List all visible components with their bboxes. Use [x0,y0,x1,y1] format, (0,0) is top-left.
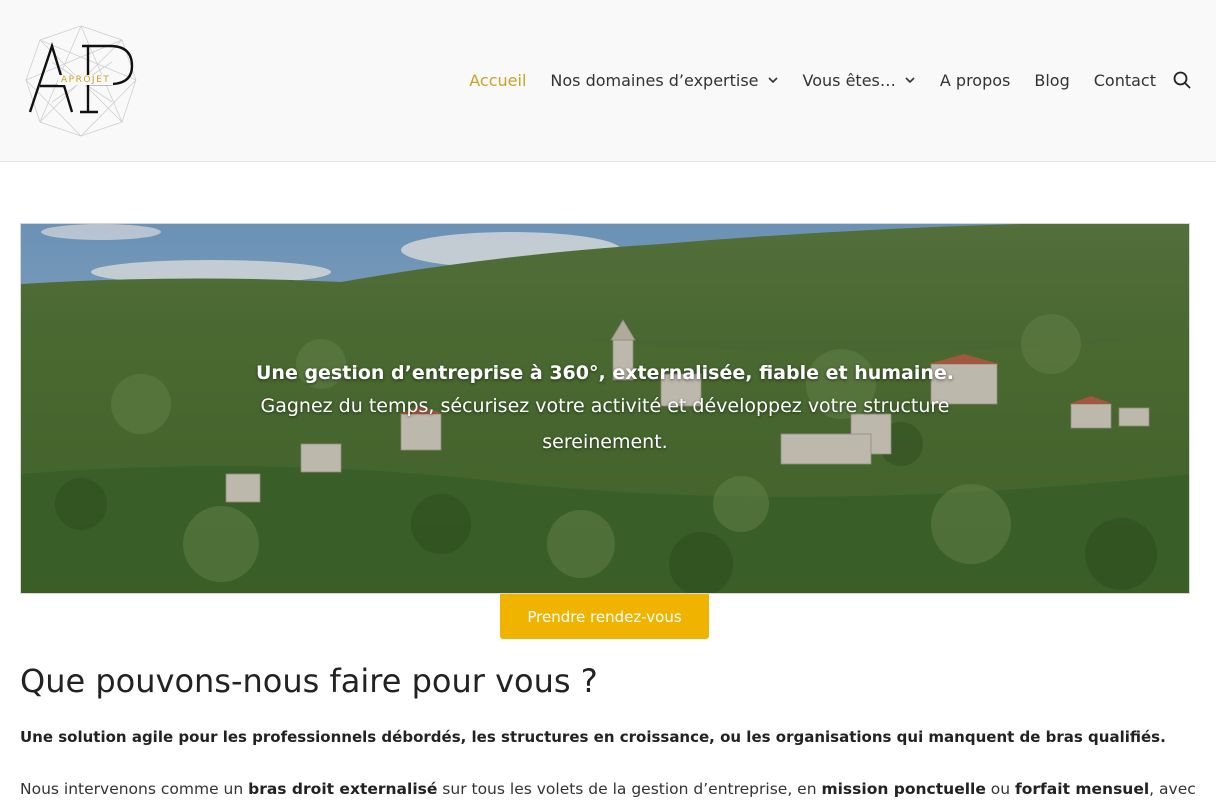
hero-text: Une gestion d’entreprise à 360°, externa… [21,358,1189,460]
search-icon [1173,71,1191,89]
chevron-down-icon [905,77,915,84]
lead-paragraph: Une solution agile pour les professionne… [20,728,1166,746]
nav-item-domaines-expertise[interactable]: Nos domaines d’expertise [550,71,778,90]
nav-item-contact[interactable]: Contact [1094,71,1156,90]
para-text: ou [985,780,1016,798]
hero-subtitle: Gagnez du temps, sécurisez votre activit… [260,395,950,453]
para-bold: bras droit externalisé [248,780,438,798]
nav-label: Accueil [469,70,527,90]
nav-item-accueil[interactable]: Accueil [469,71,526,90]
para-text: , avec [1149,780,1196,798]
book-appointment-button[interactable]: Prendre rendez-vous [500,594,709,639]
section-heading: Que pouvons-nous faire pour vous ? [20,662,598,700]
site-header: APROJET Accueil Nos domaines d’expertise… [0,0,1216,162]
nav-item-a-propos[interactable]: A propos [940,71,1010,90]
para-bold: mission ponctuelle [821,780,986,798]
logo-wordmark: APROJET [58,75,114,85]
nav-label: Vous êtes… [802,70,896,90]
para-text: Nous intervenons comme un [20,780,249,798]
nav-label: Contact [1093,70,1156,90]
nav-item-blog[interactable]: Blog [1034,71,1069,90]
intro-paragraph: Nous intervenons comme un bras droit ext… [20,780,1200,798]
para-bold: forfait mensuel [1015,780,1150,798]
search-button[interactable] [1172,70,1192,90]
nav-label: Blog [1034,70,1070,90]
nav-item-vous-etes[interactable]: Vous êtes… [803,71,916,90]
hero-banner: Une gestion d’entreprise à 360°, externa… [20,223,1190,594]
nav-label: A propos [939,70,1011,90]
chevron-down-icon [767,77,778,84]
para-text: sur tous les volets de la gestion d’entr… [437,780,822,798]
hero-title: Une gestion d’entreprise à 360°, externa… [255,362,955,384]
main-nav: Accueil Nos domaines d’expertise Vous êt… [445,66,1192,94]
nav-label: Nos domaines d’expertise [550,70,759,90]
site-logo[interactable]: APROJET [22,22,140,140]
